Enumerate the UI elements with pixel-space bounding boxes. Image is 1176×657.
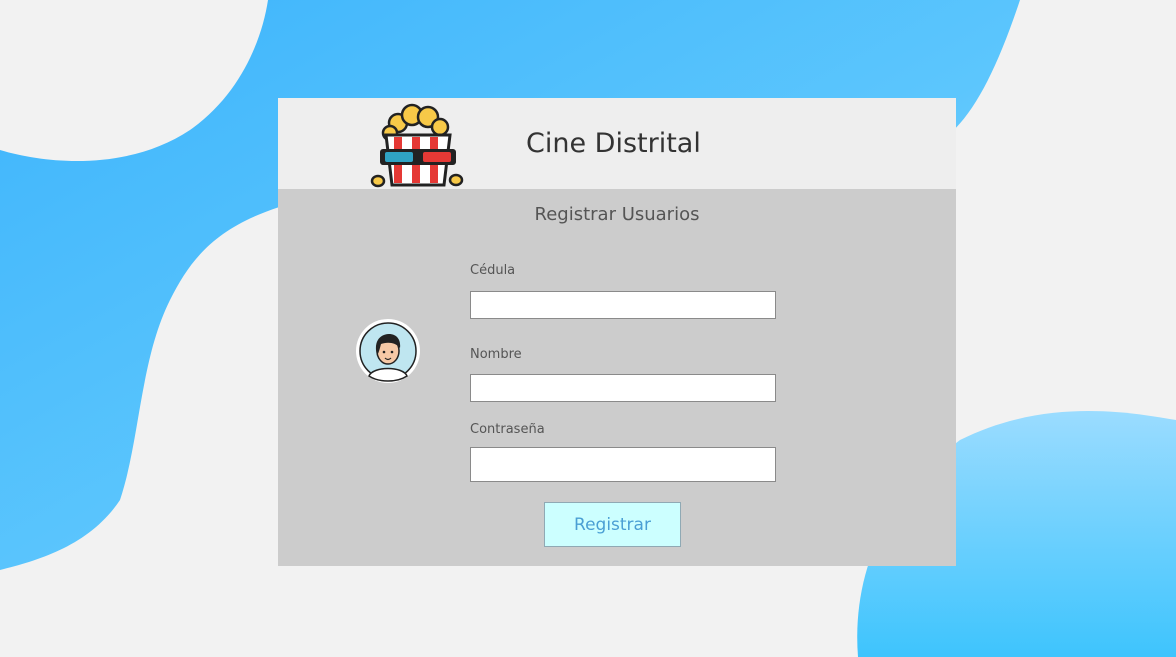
page: Cine Distrital Registrar Usuarios Cédula… (0, 0, 1176, 657)
contrasena-input[interactable] (470, 447, 776, 482)
nombre-input[interactable] (470, 374, 776, 402)
popcorn-3d-glasses-icon (370, 103, 464, 188)
user-avatar-icon (356, 319, 420, 383)
nombre-label: Nombre (470, 347, 522, 362)
card-header: Cine Distrital (278, 98, 956, 189)
register-button[interactable]: Registrar (544, 502, 681, 547)
cedula-label: Cédula (470, 263, 516, 278)
brand-title: Cine Distrital (526, 128, 701, 159)
register-card: Cine Distrital Registrar Usuarios Cédula… (278, 98, 956, 566)
contrasena-label: Contraseña (470, 422, 545, 437)
cedula-input[interactable] (470, 291, 776, 319)
form-title: Registrar Usuarios (534, 204, 700, 225)
